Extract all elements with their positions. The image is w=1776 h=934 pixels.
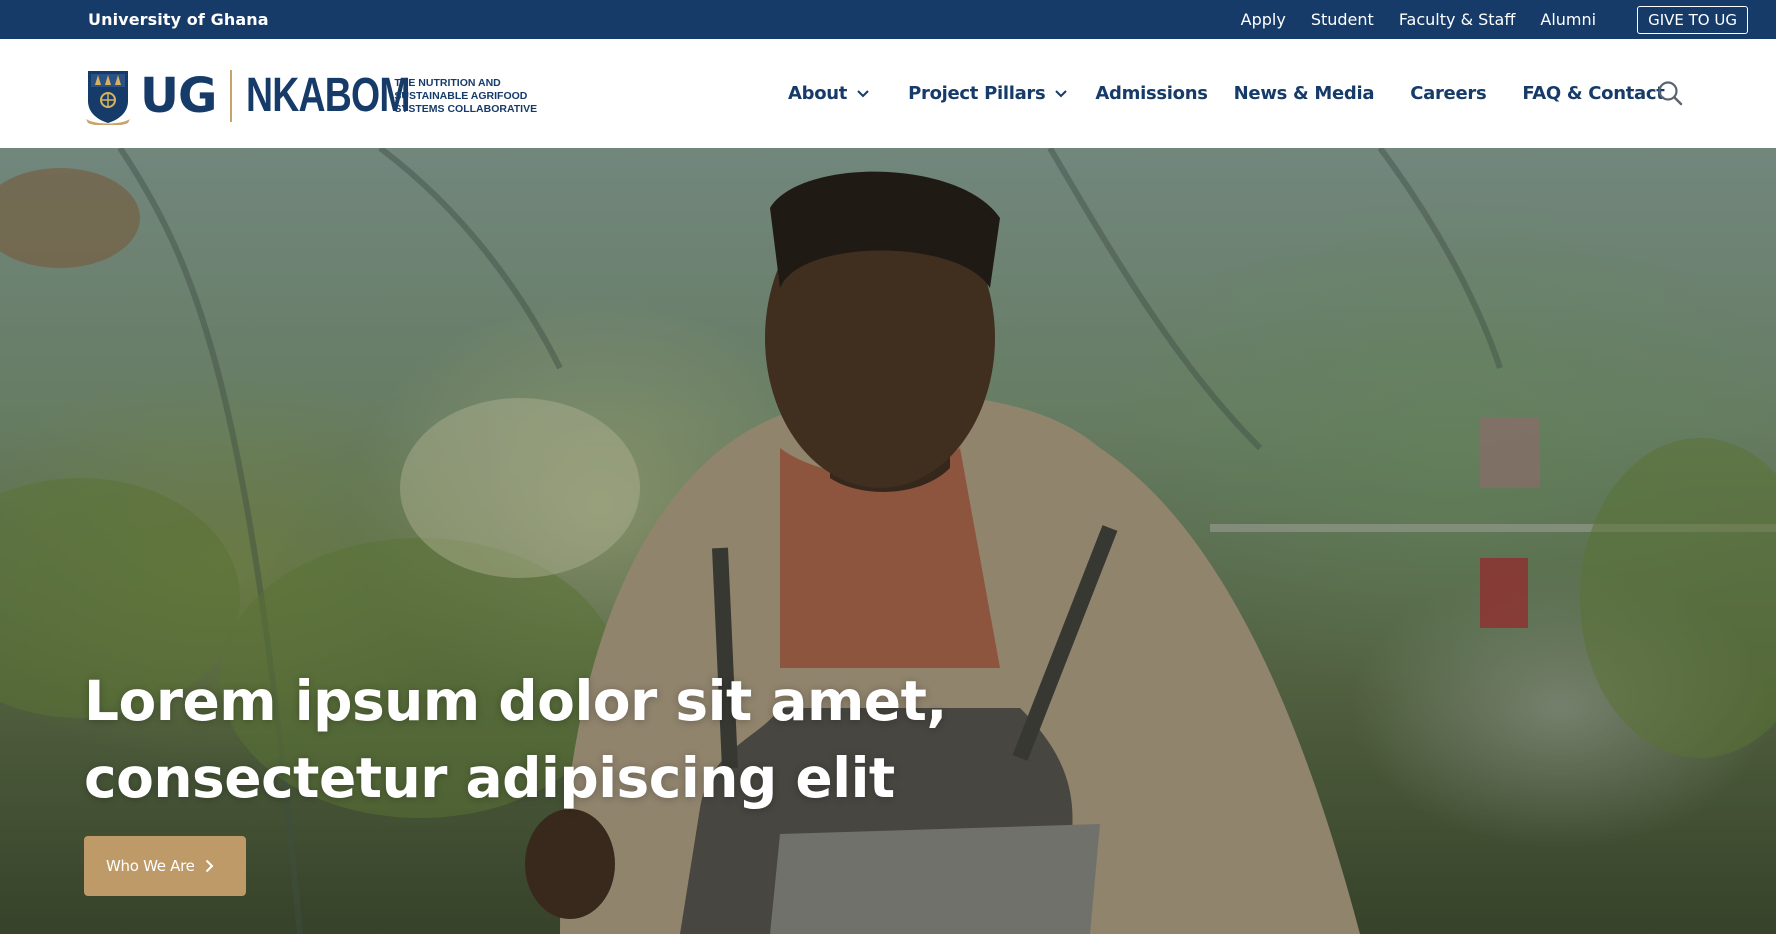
logo-ug-text: UG bbox=[140, 68, 217, 124]
logo-tagline: THE NUTRITION AND SUSTAINABLE AGRIFOOD S… bbox=[394, 76, 538, 115]
nav-item-project-pillars[interactable]: Project Pillars bbox=[908, 83, 1068, 104]
logo-divider bbox=[230, 70, 233, 122]
nav-item-label: FAQ & Contact bbox=[1522, 83, 1665, 104]
nav-item-label: Admissions bbox=[1095, 83, 1208, 104]
give-to-ug-button[interactable]: GIVE TO UG bbox=[1637, 5, 1748, 34]
hero-title-line-1: Lorem ipsum dolor sit amet, bbox=[84, 669, 947, 733]
nav-item-careers[interactable]: Careers bbox=[1410, 83, 1486, 104]
nav-item-admissions[interactable]: Admissions bbox=[1095, 83, 1208, 104]
hero-title: Lorem ipsum dolor sit amet, consectetur … bbox=[84, 663, 984, 817]
search-icon[interactable] bbox=[1657, 80, 1683, 106]
site-logo[interactable]: UG NKABOM THE NUTRITION AND SUSTAINABLE … bbox=[85, 67, 564, 125]
nav-item-news-media[interactable]: News & Media bbox=[1234, 83, 1375, 104]
hero-title-line-2: consectetur adipiscing elit bbox=[84, 746, 895, 810]
who-we-are-button-label: Who We Are bbox=[106, 857, 195, 875]
nav-item-label: About bbox=[788, 83, 848, 104]
utility-link-faculty-staff[interactable]: Faculty & Staff bbox=[1399, 10, 1516, 29]
nav-item-about[interactable]: About bbox=[788, 83, 869, 104]
logo-nkabom-text: NKABOM bbox=[246, 69, 411, 122]
nav-item-label: Careers bbox=[1410, 83, 1487, 104]
nav-item-label: News & Media bbox=[1233, 83, 1375, 104]
chevron-down-icon bbox=[1055, 89, 1068, 97]
nav-item-faq-contact[interactable]: FAQ & Contact bbox=[1522, 83, 1665, 104]
utility-link-apply[interactable]: Apply bbox=[1241, 10, 1286, 29]
university-name[interactable]: University of Ghana bbox=[88, 10, 269, 29]
site-header: UG NKABOM THE NUTRITION AND SUSTAINABLE … bbox=[0, 39, 1776, 148]
ug-crest-icon bbox=[86, 71, 130, 125]
chevron-right-icon bbox=[205, 859, 214, 873]
utility-bar: University of Ghana Apply Student Facult… bbox=[0, 0, 1776, 39]
nav-item-label: Project Pillars bbox=[908, 83, 1046, 104]
who-we-are-button[interactable]: Who We Are bbox=[84, 836, 246, 896]
hero-section: Lorem ipsum dolor sit amet, consectetur … bbox=[0, 148, 1776, 934]
chevron-down-icon bbox=[857, 89, 869, 97]
main-nav: About Project Pillars Admissions News & … bbox=[788, 39, 1665, 148]
utility-links: Apply Student Faculty & Staff Alumni GIV… bbox=[1241, 5, 1748, 34]
utility-link-student[interactable]: Student bbox=[1311, 10, 1374, 29]
utility-link-alumni[interactable]: Alumni bbox=[1540, 10, 1596, 29]
